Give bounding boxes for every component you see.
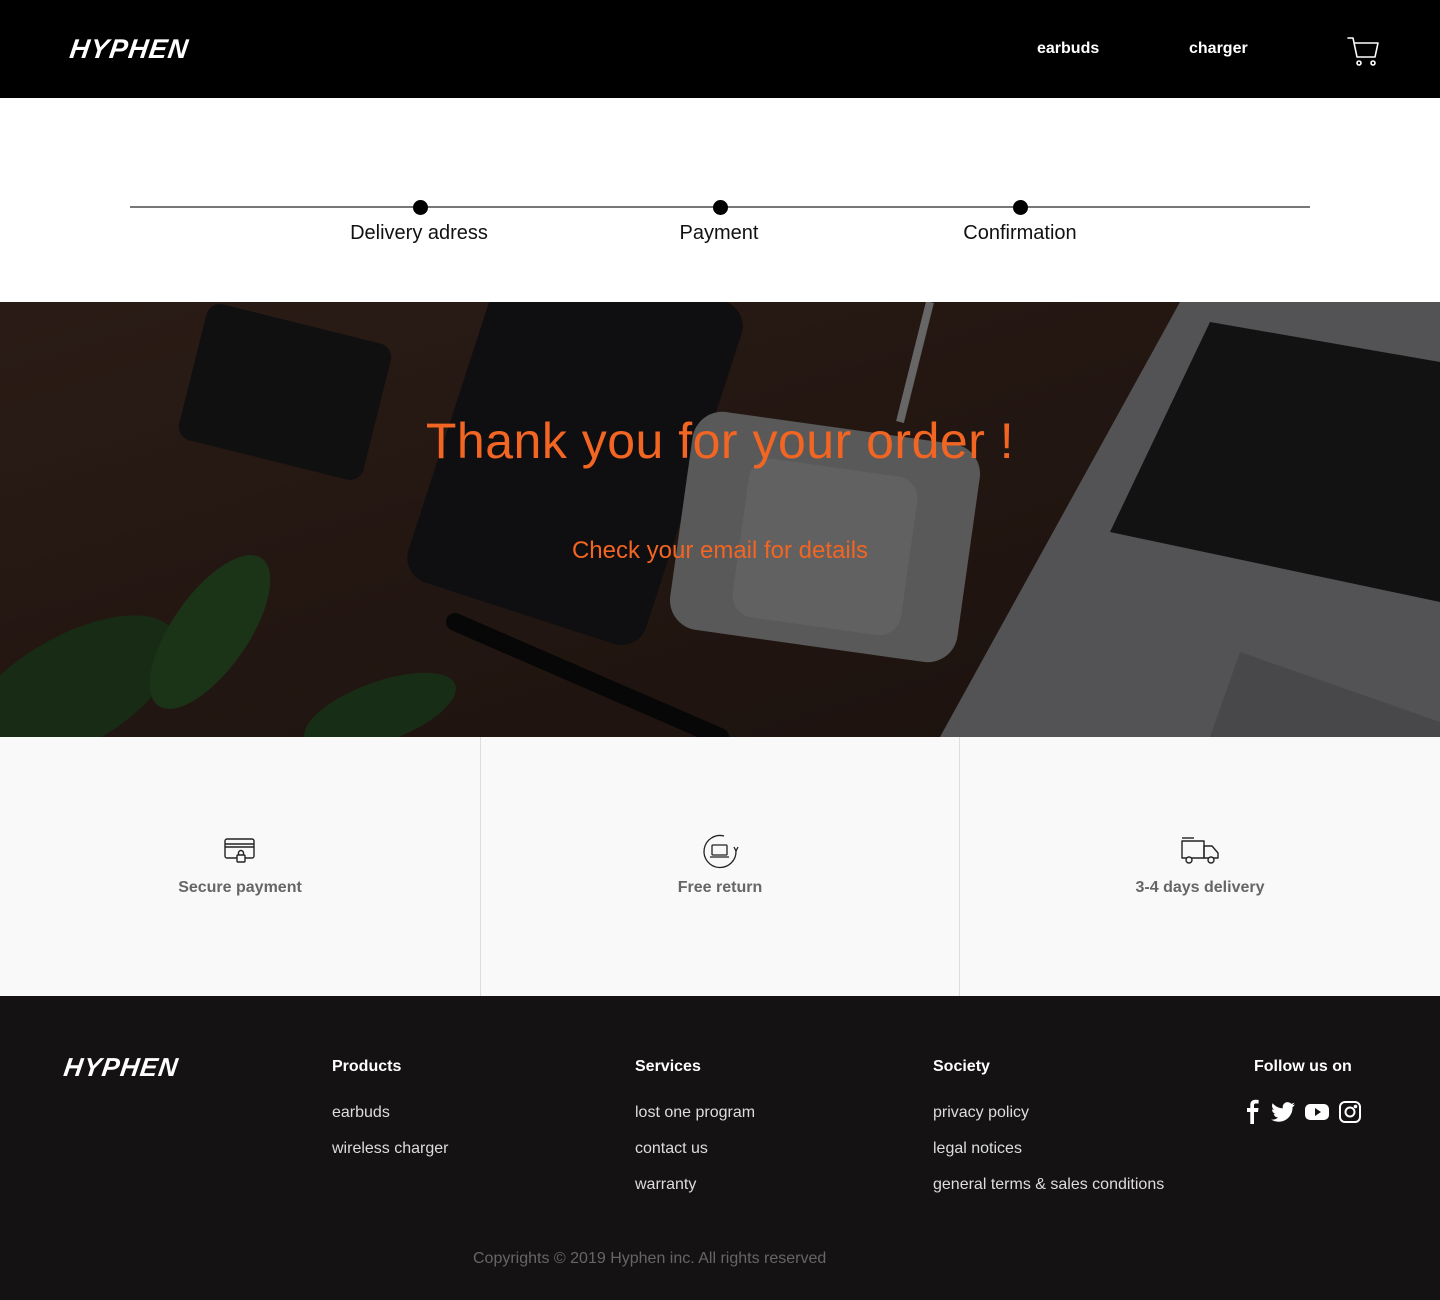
footer-link-lost-one-program[interactable]: lost one program [635,1104,755,1122]
footer-heading-products: Products [332,1058,402,1075]
footer-link-contact-us[interactable]: contact us [635,1140,755,1158]
brand-logo[interactable]: HYPHEN [68,34,191,65]
feature-secure-payment: Secure payment [0,737,480,996]
site-footer: HYPHEN Products earbuds wireless charger… [0,996,1440,1300]
top-nav-bar: HYPHEN earbuds charger [0,0,1440,98]
footer-link-earbuds[interactable]: earbuds [332,1104,448,1122]
footer-link-legal-notices[interactable]: legal notices [933,1140,1164,1158]
features-strip: Secure payment Free return 3-4 days deli… [0,737,1440,996]
footer-link-terms[interactable]: general terms & sales conditions [933,1176,1164,1194]
nav-link-charger[interactable]: charger [1189,40,1248,58]
footer-link-wireless-charger[interactable]: wireless charger [332,1140,448,1158]
footer-link-privacy-policy[interactable]: privacy policy [933,1104,1164,1122]
feature-free-return: Free return [480,737,960,996]
checkout-progress: Delivery adress Payment Confirmation [0,98,1440,302]
footer-heading-society: Society [933,1058,990,1075]
step-dot-payment [713,200,728,215]
step-dot-delivery [413,200,428,215]
cart-icon[interactable] [1346,34,1380,68]
feature-delivery: 3-4 days delivery [960,737,1440,996]
step-label-payment: Payment [679,222,759,244]
feature-label: 3-4 days delivery [1135,879,1265,896]
footer-brand-logo[interactable]: HYPHEN [62,1052,181,1083]
feature-label: Free return [677,879,763,896]
return-device-icon [703,834,739,869]
follow-us-heading: Follow us on [1254,1058,1352,1075]
delivery-truck-icon [1181,837,1219,864]
step-label-confirmation: Confirmation [963,222,1077,244]
step-label-delivery: Delivery adress [350,222,488,244]
credit-card-lock-icon [224,838,255,863]
footer-heading-services: Services [635,1058,701,1075]
footer-link-warranty[interactable]: warranty [635,1176,755,1194]
copyright-text: Copyrights © 2019 Hyphen inc. All rights… [473,1250,827,1267]
thank-you-heading: Thank you for your order ! [425,413,1015,469]
nav-link-earbuds[interactable]: earbuds [1037,40,1099,58]
hero-banner: Thank you for your order ! Check your em… [0,302,1440,737]
step-dot-confirmation [1013,200,1028,215]
hero-overlay [0,302,1440,737]
youtube-icon[interactable] [1304,1098,1330,1124]
twitter-icon[interactable] [1270,1098,1296,1124]
facebook-icon[interactable] [1244,1098,1260,1124]
footer-column-society: Society privacy policy legal notices gen… [933,1058,1164,1212]
feature-label: Secure payment [178,879,302,896]
instagram-icon[interactable] [1338,1098,1362,1124]
footer-column-services: Services lost one program contact us war… [635,1058,755,1212]
check-email-text: Check your email for details [571,537,869,564]
footer-column-products: Products earbuds wireless charger [332,1058,448,1176]
